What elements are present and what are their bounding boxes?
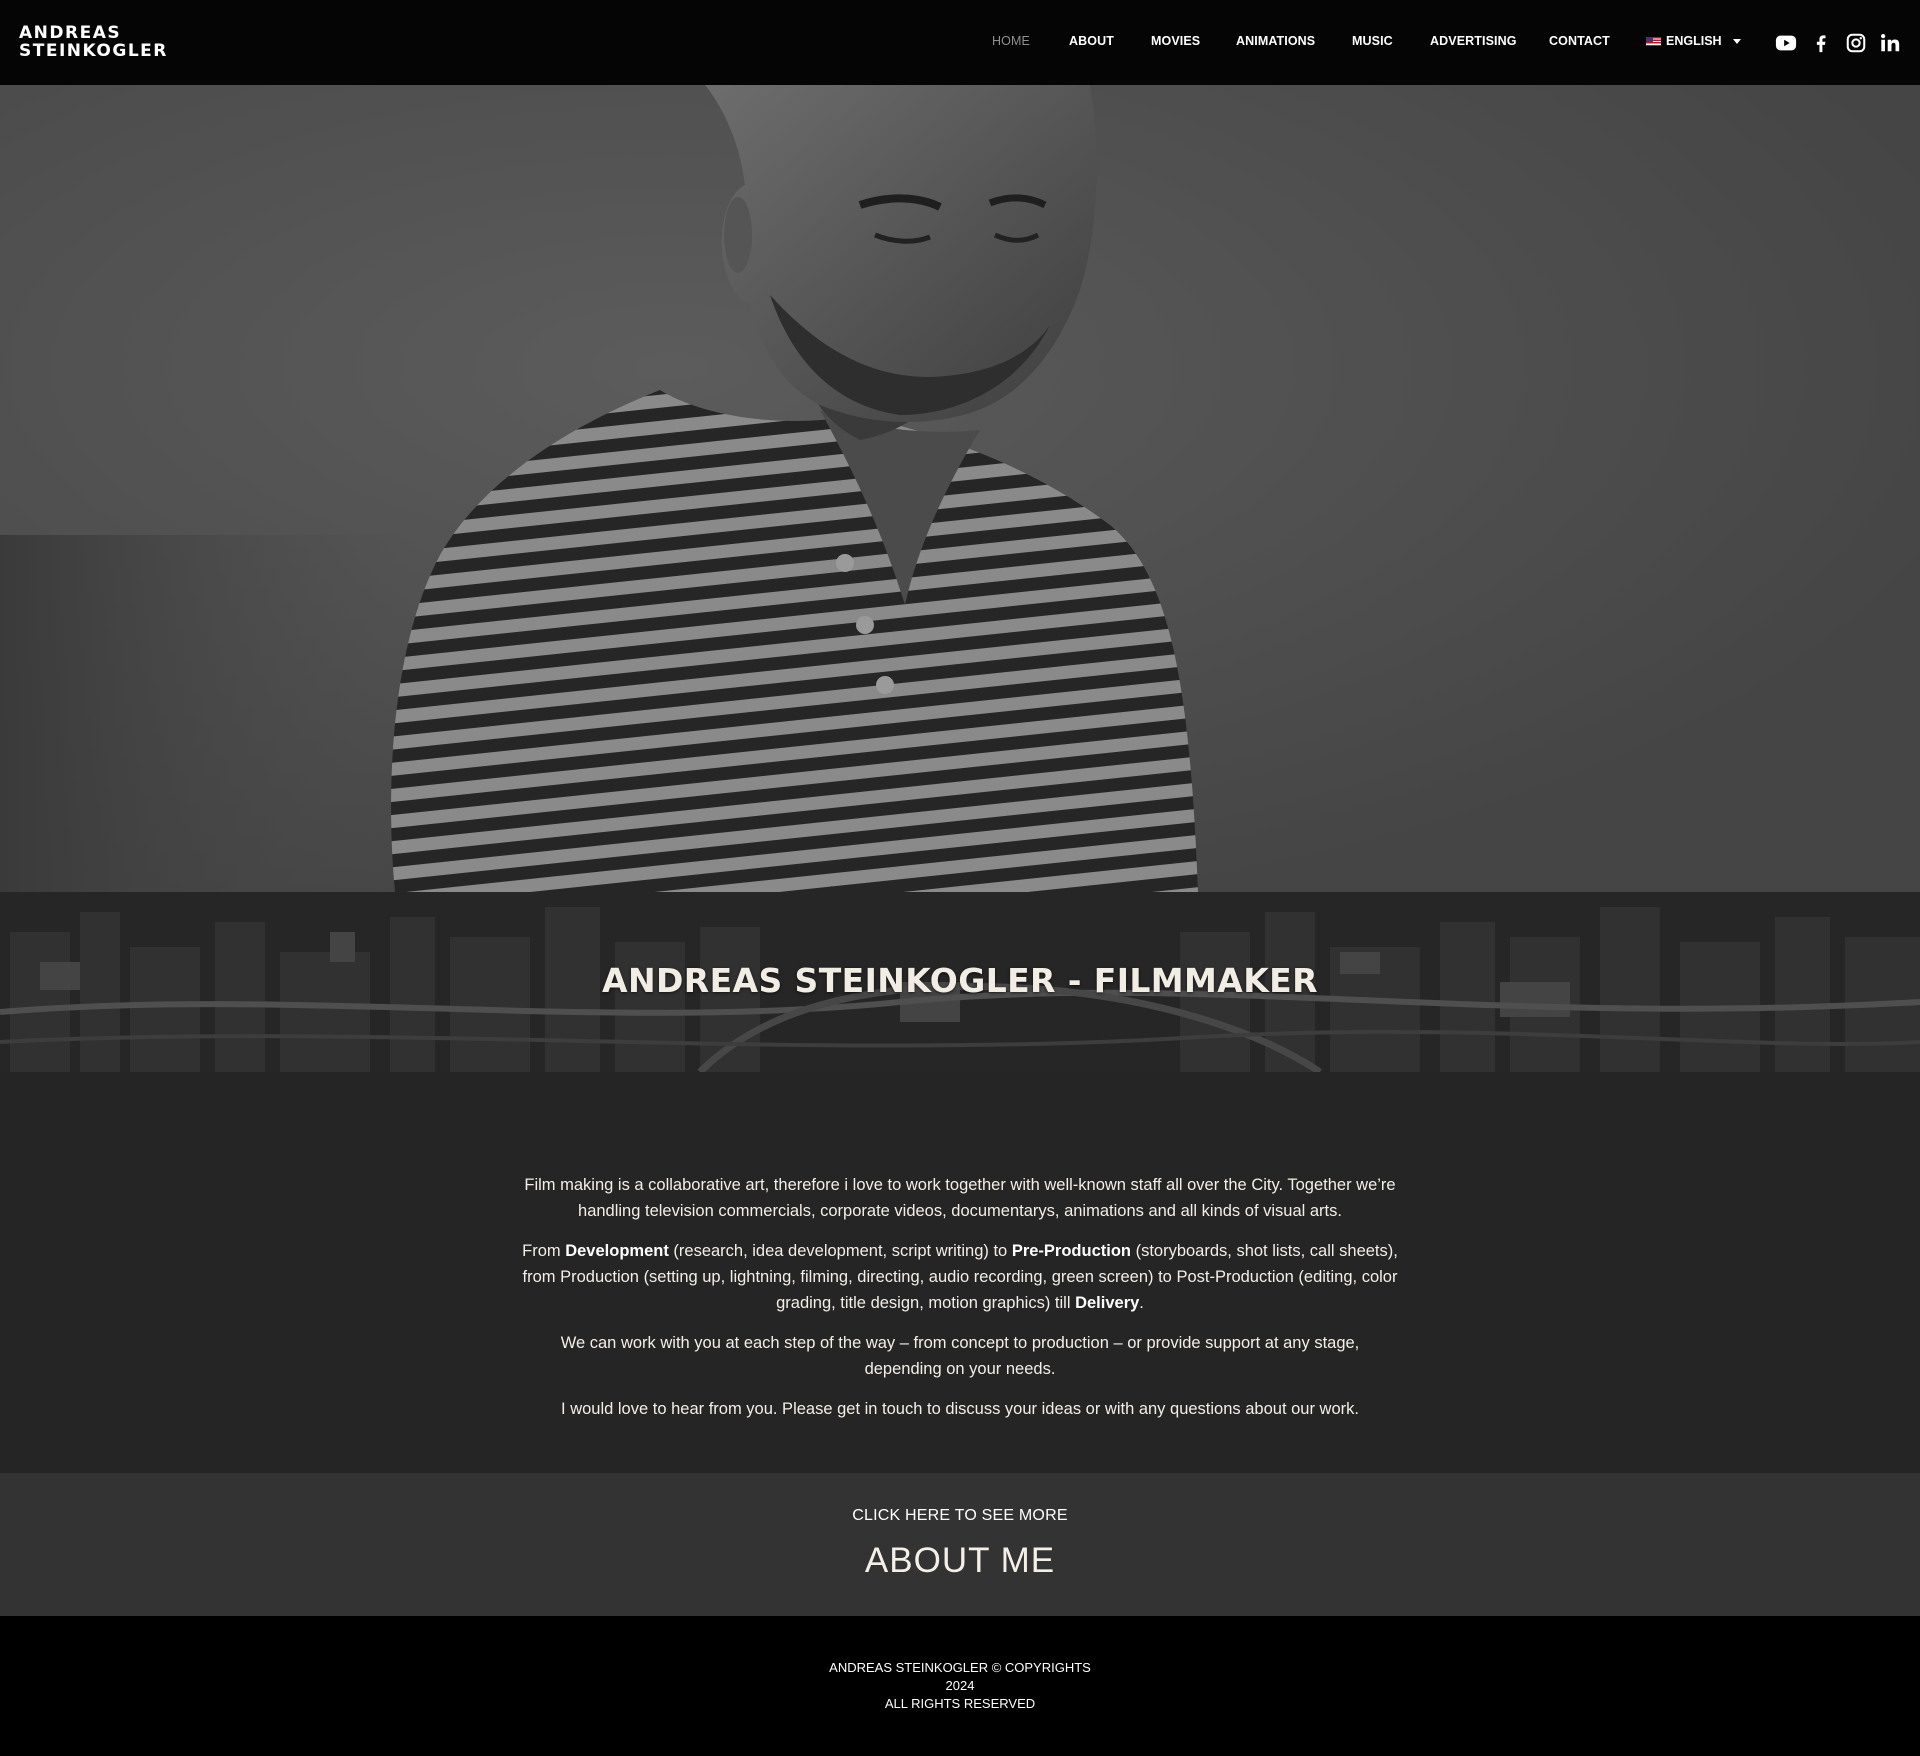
delivery-keyword: Delivery — [1075, 1294, 1140, 1312]
development-keyword: Development — [565, 1242, 669, 1260]
page: ANDREAS STEINKOGLER HOME ABOUT MOVIES AN… — [0, 0, 1920, 1756]
nav-animations[interactable]: ANIMATIONS — [1236, 34, 1315, 48]
nav-home[interactable]: HOME — [992, 34, 1030, 48]
linkedin-icon[interactable] — [1879, 32, 1901, 54]
cta-title: ABOUT ME — [864, 1541, 1056, 1580]
copyright-line-1: ANDREAS STEINKOGLER © COPYRIGHTS — [829, 1660, 1091, 1675]
nav-contact[interactable]: CONTACT — [1549, 34, 1610, 48]
intro-text-fragment: . — [1139, 1294, 1144, 1312]
about-me-cta[interactable]: CLICK HERE TO SEE MORE ABOUT ME — [0, 1473, 1920, 1616]
language-label: ENGLISH — [1666, 34, 1722, 48]
intro-paragraph-2: From Development (research, idea develop… — [522, 1238, 1398, 1316]
instagram-icon[interactable] — [1845, 32, 1867, 54]
facebook-icon[interactable] — [1810, 32, 1832, 54]
intro-text-fragment: From — [522, 1242, 566, 1260]
intro-section: Film making is a collaborative art, ther… — [0, 1072, 1920, 1473]
copyright-line-3: ALL RIGHTS RESERVED — [884, 1696, 1036, 1711]
youtube-icon[interactable] — [1774, 32, 1798, 54]
intro-text: Film making is a collaborative art, ther… — [522, 1172, 1398, 1436]
nav-movies[interactable]: MOVIES — [1151, 34, 1200, 48]
chevron-down-icon — [1732, 38, 1741, 44]
nav-about[interactable]: ABOUT — [1069, 34, 1114, 48]
intro-paragraph-1: Film making is a collaborative art, ther… — [524, 1176, 1396, 1220]
nav-music[interactable]: MUSIC — [1352, 34, 1393, 48]
site-header: ANDREAS STEINKOGLER HOME ABOUT MOVIES AN… — [0, 0, 1920, 85]
page-title: ANDREAS STEINKOGLER - FILMMAKER — [602, 961, 1318, 1000]
copyright-text: ANDREAS STEINKOGLER © COPYRIGHTS 2024 AL… — [0, 1659, 1920, 1713]
nav-advertising[interactable]: ADVERTISING — [1430, 34, 1517, 48]
intro-paragraph-4: I would love to hear from you. Please ge… — [561, 1400, 1359, 1418]
hero-portrait-image — [0, 85, 1920, 892]
main-nav: HOME ABOUT MOVIES ANIMATIONS MUSIC ADVER… — [0, 0, 1920, 85]
intro-text-fragment: (research, idea development, script writ… — [668, 1242, 1012, 1260]
site-footer: ANDREAS STEINKOGLER © COPYRIGHTS 2024 AL… — [0, 1616, 1920, 1756]
copyright-line-2: 2024 — [945, 1678, 975, 1693]
us-flag-icon — [1646, 36, 1661, 46]
pre-production-keyword: Pre-Production — [1011, 1242, 1131, 1260]
cta-subtitle: CLICK HERE TO SEE MORE — [852, 1507, 1068, 1524]
intro-paragraph-3: We can work with you at each step of the… — [560, 1334, 1360, 1378]
language-switcher[interactable]: ENGLISH — [1646, 34, 1741, 48]
